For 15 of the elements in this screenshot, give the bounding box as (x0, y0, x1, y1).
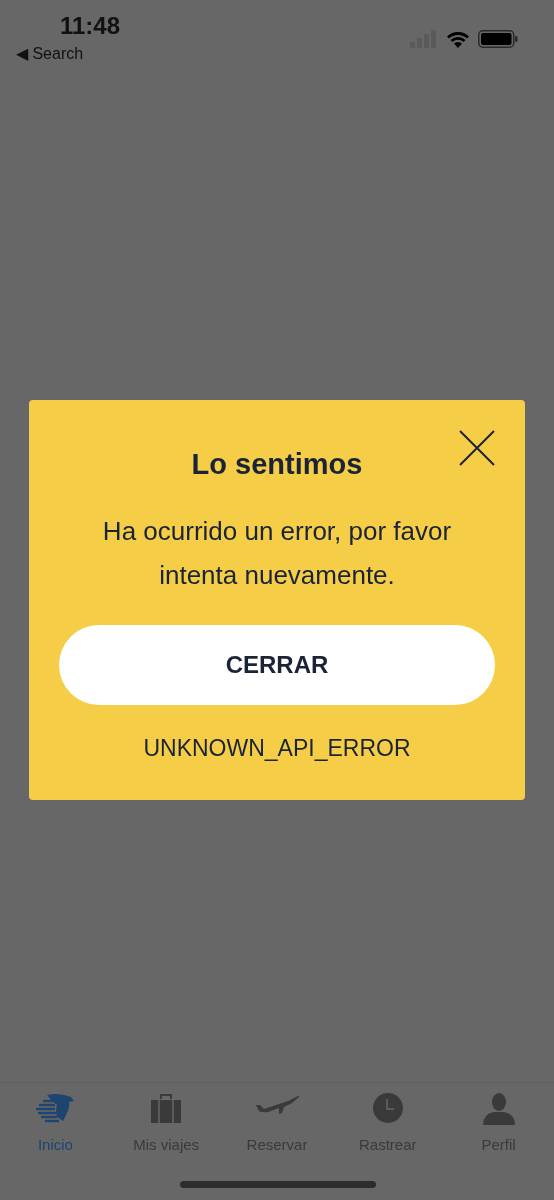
dialog-message: Ha ocurrido un error, por favor intenta nuevamente. (101, 515, 453, 592)
airplane-icon (254, 1093, 300, 1117)
close-button[interactable]: CERRAR (59, 625, 495, 705)
status-time: 11:48 (60, 12, 121, 40)
battery-icon (478, 30, 518, 48)
person-icon (482, 1093, 515, 1125)
clock-icon (372, 1093, 403, 1123)
tab-item[interactable]: Inicio (0, 1093, 111, 1153)
eagle-logo-icon (35, 1093, 76, 1125)
wifi-icon (446, 30, 470, 48)
close-icon[interactable] (459, 430, 495, 466)
error-code: UNKNOWN_API_ERROR (143, 735, 411, 762)
suitcase-icon (151, 1093, 182, 1123)
back-link[interactable]: ◀ Search (16, 44, 121, 63)
dialog-title: Lo sentimos (191, 448, 363, 481)
